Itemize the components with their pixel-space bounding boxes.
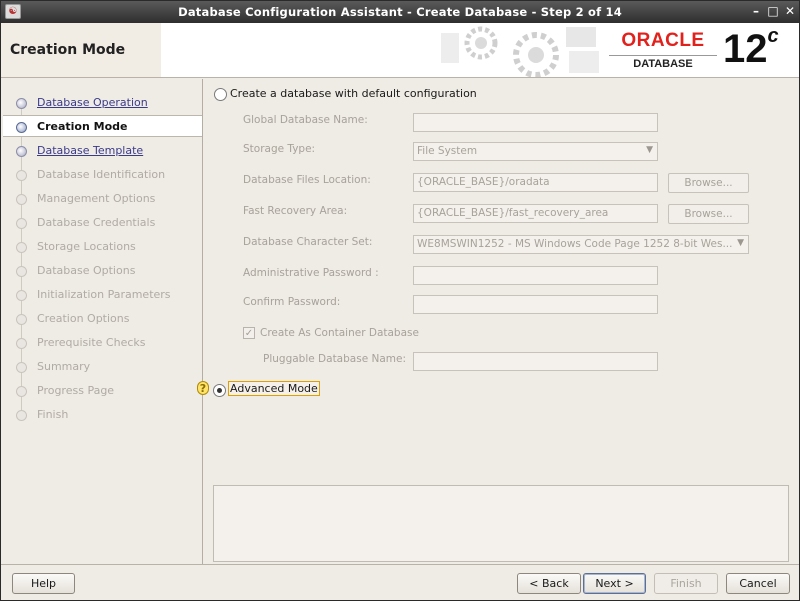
nav-step-prerequisite-checks: Prerequisite Checks [3, 332, 202, 354]
default-config-label[interactable]: Create a database with default configura… [230, 87, 477, 100]
version-suffix: c [767, 24, 779, 47]
close-icon[interactable]: ✕ [782, 3, 798, 19]
step-pending-icon [16, 386, 27, 397]
step-pending-icon [16, 314, 27, 325]
nav-step-creation-mode[interactable]: Creation Mode [3, 115, 202, 137]
cancel-button[interactable]: Cancel [726, 573, 790, 594]
help-button[interactable]: Help [12, 573, 75, 594]
charset-select[interactable]: WE8MSWIN1252 - MS Windows Code Page 1252… [413, 235, 749, 254]
page-title: Creation Mode [10, 42, 126, 58]
nav-step-database-options: Database Options [3, 260, 202, 282]
hint-bulb-icon: ? [197, 381, 209, 395]
container-db-checkbox[interactable]: ✓ [243, 327, 255, 339]
oracle-database-logo: ORACLE DATABASE [609, 28, 717, 72]
step-current-icon [16, 122, 27, 133]
step-pending-icon [16, 170, 27, 181]
window-title: Database Configuration Assistant - Creat… [178, 5, 622, 19]
nav-step-label: Database Credentials [37, 216, 156, 229]
nav-step-management-options: Management Options [3, 188, 202, 210]
global-db-name-label: Global Database Name: [243, 114, 368, 126]
nav-step-database-credentials: Database Credentials [3, 212, 202, 234]
nav-step-database-identification: Database Identification [3, 164, 202, 186]
step-pending-icon [16, 338, 27, 349]
nav-step-label: Initialization Parameters [37, 288, 171, 301]
step-pending-icon [16, 266, 27, 277]
advanced-mode-radio[interactable] [213, 384, 226, 397]
back-button[interactable]: < Back [517, 573, 581, 594]
step-navigation: Database Operation Creation Mode Databas… [3, 79, 203, 564]
step-pending-icon [16, 290, 27, 301]
nav-step-label: Summary [37, 360, 91, 373]
default-config-radio[interactable] [214, 88, 227, 101]
next-button[interactable]: Next > [583, 573, 646, 594]
creation-mode-panel: Create a database with default configura… [197, 79, 799, 564]
nav-step-database-operation[interactable]: Database Operation [3, 92, 202, 114]
fast-recovery-label: Fast Recovery Area: [243, 205, 348, 217]
nav-step-label: Finish [37, 408, 69, 421]
global-db-name-field[interactable] [413, 113, 658, 132]
fast-recovery-browse-button[interactable]: Browse... [668, 204, 749, 224]
confirm-password-field[interactable] [413, 295, 658, 314]
nav-step-storage-locations: Storage Locations [3, 236, 202, 258]
db-files-browse-button[interactable]: Browse... [668, 173, 749, 193]
minimize-icon[interactable]: – [748, 3, 764, 19]
advanced-mode-label[interactable]: Advanced Mode [228, 381, 320, 396]
step-complete-icon [16, 98, 27, 109]
step-pending-icon [16, 218, 27, 229]
admin-password-field[interactable] [413, 266, 658, 285]
version-number: 12 [723, 27, 768, 71]
container-db-label[interactable]: Create As Container Database [260, 327, 419, 339]
dropdown-arrow-icon: ▼ [646, 145, 653, 155]
header-banner: Creation Mode ORACLE DATABASE 12c [1, 23, 799, 78]
dbca-window: ☯ Database Configuration Assistant - Cre… [0, 0, 800, 601]
step-pending-icon [16, 194, 27, 205]
step-complete-icon [16, 146, 27, 157]
nav-step-creation-options: Creation Options [3, 308, 202, 330]
step-pending-icon [16, 242, 27, 253]
finish-button[interactable]: Finish [654, 573, 718, 594]
nav-step-database-template[interactable]: Database Template [3, 140, 202, 162]
nav-step-label: Database Identification [37, 168, 166, 181]
database-product-label: DATABASE [609, 55, 717, 70]
nav-step-label: Prerequisite Checks [37, 336, 146, 349]
storage-type-value: File System [417, 145, 478, 157]
charset-label: Database Character Set: [243, 236, 373, 248]
nav-step-label: Progress Page [37, 384, 115, 397]
db-files-location-label: Database Files Location: [243, 174, 371, 186]
nav-step-label: Creation Options [37, 312, 130, 325]
nav-step-summary: Summary [3, 356, 202, 378]
charset-value: WE8MSWIN1252 - MS Windows Code Page 1252… [417, 238, 733, 250]
nav-step-label: Storage Locations [37, 240, 136, 253]
db-files-location-field[interactable]: {ORACLE_BASE}/oradata [413, 173, 658, 192]
pluggable-db-label: Pluggable Database Name: [263, 353, 407, 365]
wizard-footer: Help < Back Next > Finish Cancel [1, 564, 799, 600]
step-title-area: Creation Mode [1, 23, 161, 77]
nav-step-finish: Finish [3, 404, 202, 426]
dropdown-arrow-icon: ▼ [737, 238, 744, 248]
gears-decoration-icon [441, 26, 599, 77]
nav-step-label: Management Options [37, 192, 156, 205]
confirm-password-label: Confirm Password: [243, 296, 341, 308]
nav-step-label: Creation Mode [37, 120, 128, 133]
nav-step-progress-page: Progress Page [3, 380, 202, 402]
admin-password-label: Administrative Password : [243, 267, 379, 279]
nav-step-label: Database Options [37, 264, 136, 277]
step-pending-icon [16, 410, 27, 421]
step-pending-icon [16, 362, 27, 373]
title-bar[interactable]: ☯ Database Configuration Assistant - Cre… [1, 1, 799, 23]
fast-recovery-field[interactable]: {ORACLE_BASE}/fast_recovery_area [413, 204, 658, 223]
storage-type-label: Storage Type: [243, 143, 316, 155]
nav-step-initialization-parameters: Initialization Parameters [3, 284, 202, 306]
oracle-brand: ORACLE [621, 30, 705, 51]
maximize-icon[interactable]: □ [765, 3, 781, 19]
version-badge: 12c [723, 24, 779, 72]
nav-step-label: Database Operation [37, 96, 148, 109]
nav-step-label: Database Template [37, 144, 144, 157]
pluggable-db-field[interactable] [413, 352, 658, 371]
storage-type-select[interactable]: File System ▼ [413, 142, 658, 161]
message-area [213, 485, 789, 562]
